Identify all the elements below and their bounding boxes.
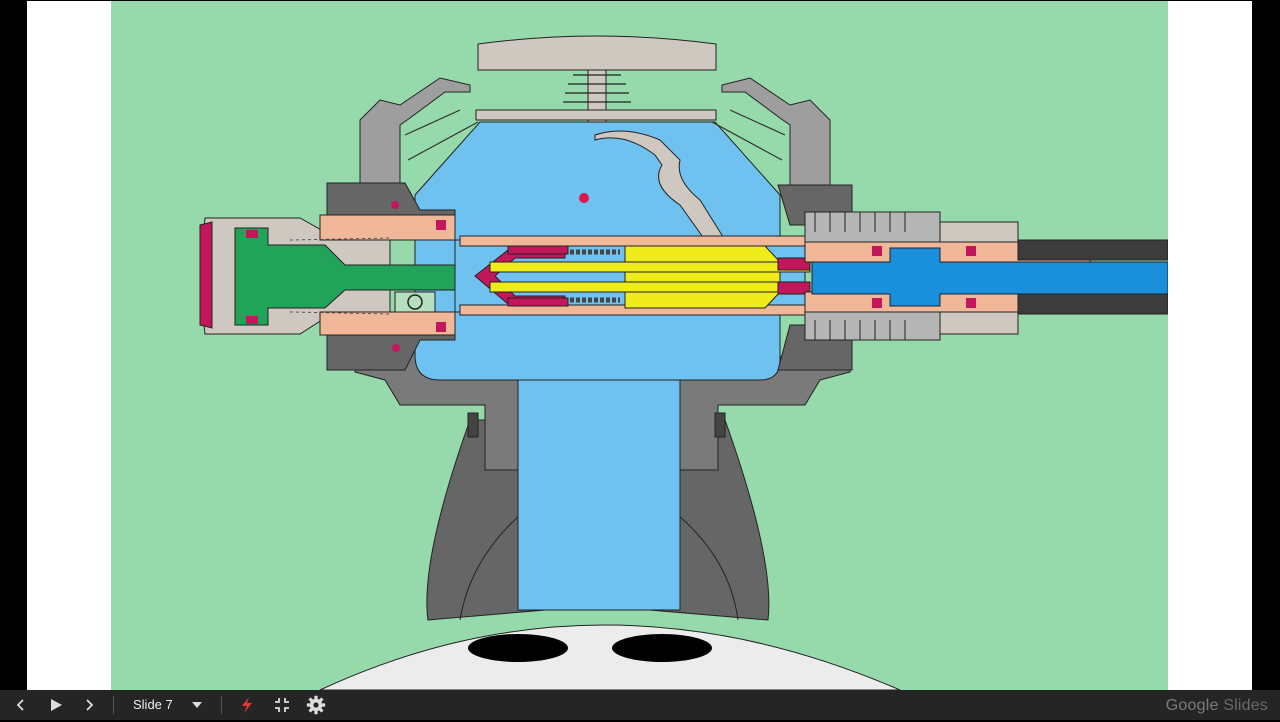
laser-pointer-icon [242, 697, 252, 713]
seal [966, 246, 976, 256]
divider [113, 696, 114, 714]
presentation-control-bar: Slide 7 Google Slides [0, 690, 1280, 720]
seal [391, 201, 399, 209]
exit-fullscreen-button[interactable] [271, 690, 293, 720]
spool-band-top [507, 245, 569, 255]
chevron-left-icon [16, 699, 24, 711]
seal [872, 298, 882, 308]
red-marker [579, 193, 589, 203]
gear-icon [306, 695, 326, 715]
play-button[interactable] [44, 690, 68, 720]
left-cap [199, 221, 213, 329]
seal [436, 322, 446, 332]
exit-fullscreen-icon [275, 698, 289, 712]
handle-plate [475, 109, 717, 121]
handle-cap [477, 35, 717, 71]
settings-button[interactable] [304, 690, 328, 720]
clip-right [714, 412, 726, 438]
laser-pointer-button[interactable] [236, 690, 258, 720]
spool-band-bottom [507, 297, 569, 307]
clip-left [467, 412, 479, 438]
seal [436, 220, 446, 230]
presentation-viewer [0, 0, 1280, 690]
letterbox-left [27, 1, 111, 690]
slide-canvas[interactable] [111, 1, 1168, 690]
next-slide-button[interactable] [78, 690, 100, 720]
yellow-rod-top [489, 261, 811, 273]
right-nut-top [804, 211, 941, 243]
brand-google: Google [1165, 697, 1219, 714]
basin-hole-left [468, 634, 568, 662]
slide-menu-dropdown[interactable] [188, 690, 206, 720]
brand-slides: Slides [1223, 697, 1268, 714]
seal [392, 344, 400, 352]
previous-slide-button[interactable] [10, 690, 32, 720]
outlet-pipe-bottom [1017, 293, 1168, 315]
seal [246, 230, 258, 238]
water-column [517, 374, 681, 611]
valve-cross-section-diagram [111, 1, 1168, 690]
divider [221, 696, 222, 714]
google-slides-logo: Google Slides [1166, 690, 1268, 720]
seal [246, 316, 258, 324]
letterbox-right [1168, 1, 1252, 690]
seal [966, 298, 976, 308]
left-sleeve-bottom [319, 311, 456, 336]
seal [872, 246, 882, 256]
left-sleeve-top [319, 214, 456, 241]
slide-number-label[interactable]: Slide 7 [133, 690, 173, 720]
right-nut-bottom [804, 309, 941, 341]
basin-hole-right [612, 634, 712, 662]
play-icon [51, 699, 62, 711]
chevron-right-icon [86, 699, 94, 711]
outlet-pipe-top [1017, 239, 1168, 261]
yellow-rod-bottom [489, 281, 811, 293]
caret-down-icon [192, 702, 202, 708]
yellow-piston [624, 245, 781, 309]
